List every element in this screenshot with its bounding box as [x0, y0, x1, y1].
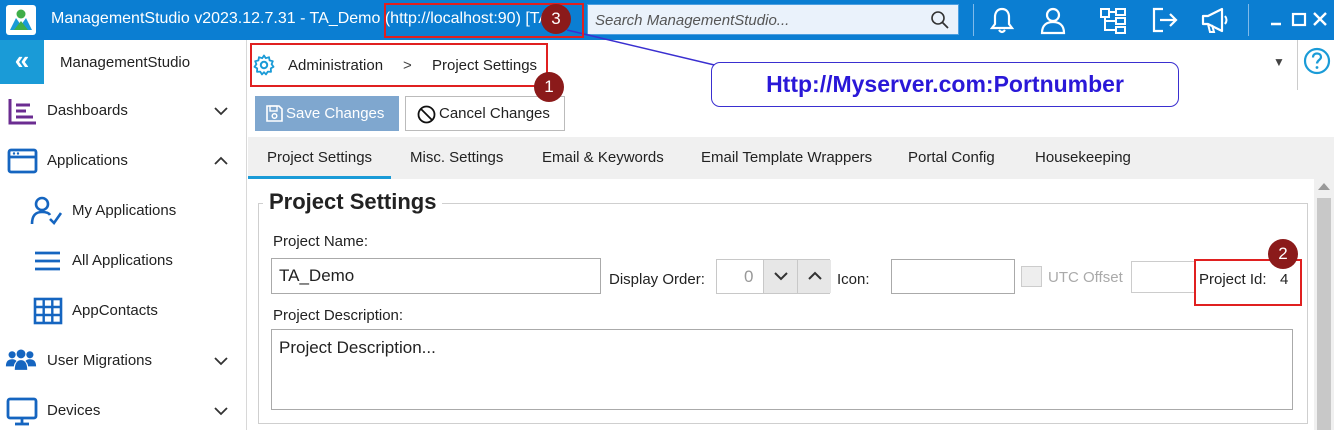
- user-icon[interactable]: [1038, 5, 1068, 35]
- dropdown-arrow-icon[interactable]: ▼: [1273, 55, 1285, 69]
- annotation-badge-1: 1: [534, 72, 564, 102]
- user-check-icon: [30, 196, 62, 226]
- sidebar-item-dashboards[interactable]: Dashboards: [0, 86, 247, 136]
- sidebar-item-label: AppContacts: [72, 302, 158, 319]
- project-description-field[interactable]: Project Description...: [271, 329, 1293, 410]
- sidebar-item-all-applications[interactable]: All Applications: [0, 236, 247, 286]
- header-divider: [1297, 40, 1298, 90]
- annotation-callout: Http://Myserver.com:Portnumber: [711, 62, 1179, 107]
- display-order-value[interactable]: 0: [744, 267, 753, 287]
- hierarchy-icon[interactable]: [1098, 5, 1128, 35]
- dashboard-icon: [8, 99, 36, 125]
- tab-email-template-wrappers[interactable]: Email Template Wrappers: [701, 137, 872, 179]
- save-icon: [266, 105, 283, 122]
- sidebar-item-label: Devices: [47, 402, 101, 419]
- project-name-field[interactable]: [271, 258, 601, 294]
- annotation-badge-3: 3: [541, 4, 571, 34]
- cancel-changes-button[interactable]: Cancel Changes: [405, 96, 565, 131]
- chevron-up-icon[interactable]: [212, 152, 230, 170]
- display-order-stepper[interactable]: 0: [716, 259, 831, 294]
- sidebar-item-user-migrations[interactable]: User Migrations: [0, 336, 247, 386]
- increment-button[interactable]: [797, 260, 831, 293]
- applications-icon: [7, 148, 38, 174]
- list-icon: [35, 251, 60, 271]
- annotation-badge-2: 2: [1268, 239, 1298, 269]
- tab-misc-settings[interactable]: Misc. Settings: [410, 137, 503, 179]
- chevron-down-icon[interactable]: [212, 402, 230, 420]
- search-icon[interactable]: [930, 10, 950, 30]
- utc-offset-field[interactable]: [1131, 261, 1195, 293]
- collapse-sidebar-button[interactable]: «: [0, 40, 44, 84]
- sidebar-item-my-applications[interactable]: My Applications: [0, 186, 247, 236]
- project-description-label: Project Description:: [273, 307, 404, 324]
- utc-offset-label: UTC Offset: [1048, 269, 1123, 286]
- save-changes-label: Save Changes: [286, 105, 385, 122]
- sidebar-item-label: User Migrations: [47, 352, 153, 369]
- tab-project-settings[interactable]: Project Settings: [248, 137, 392, 179]
- chevron-down-icon[interactable]: [212, 352, 230, 370]
- annotation-box-breadcrumb: [250, 43, 548, 87]
- search-box[interactable]: [587, 4, 959, 35]
- save-changes-button[interactable]: Save Changes: [255, 96, 399, 131]
- sidebar-item-devices[interactable]: Devices: [0, 386, 247, 436]
- search-input[interactable]: [595, 10, 925, 30]
- scrollbar-thumb[interactable]: [1317, 198, 1331, 430]
- cancel-icon: [417, 105, 436, 124]
- sidebar-item-label: Applications: [47, 152, 128, 169]
- display-order-label: Display Order:: [609, 271, 705, 288]
- sidebar-item-appcontacts[interactable]: AppContacts: [0, 286, 247, 336]
- close-icon[interactable]: [1306, 5, 1334, 35]
- sidebar: « ManagementStudio Dashboards Applicatio…: [0, 40, 247, 430]
- sidebar-item-label: Dashboards: [47, 102, 128, 119]
- cancel-changes-label: Cancel Changes: [439, 105, 550, 122]
- users-icon: [5, 349, 37, 370]
- bell-icon[interactable]: [987, 5, 1017, 35]
- utc-offset-checkbox[interactable]: [1021, 266, 1042, 287]
- chevron-up-icon: [808, 271, 822, 280]
- scroll-up-icon[interactable]: [1318, 183, 1330, 190]
- tab-housekeeping[interactable]: Housekeeping: [1035, 137, 1131, 179]
- chevron-down-icon[interactable]: [212, 102, 230, 120]
- chevron-down-icon: [774, 272, 788, 281]
- tab-email-keywords[interactable]: Email & Keywords: [542, 137, 664, 179]
- titlebar-divider: [973, 4, 974, 36]
- project-name-label: Project Name:: [273, 233, 369, 250]
- icon-label: Icon:: [837, 271, 870, 288]
- help-icon[interactable]: [1303, 47, 1331, 75]
- megaphone-icon[interactable]: [1200, 5, 1230, 35]
- sidebar-item-label: My Applications: [72, 202, 177, 219]
- titlebar-divider: [1248, 4, 1249, 36]
- decrement-button[interactable]: [763, 260, 797, 293]
- tab-portal-config[interactable]: Portal Config: [908, 137, 995, 179]
- grid-icon: [33, 297, 63, 325]
- app-logo-icon: [6, 5, 36, 35]
- sidebar-item-applications[interactable]: Applications: [0, 136, 247, 186]
- sign-out-icon[interactable]: [1150, 5, 1180, 35]
- title-bar: ManagementStudio v2023.12.7.31 - TA_Demo…: [0, 0, 1334, 40]
- sidebar-item-label: All Applications: [72, 252, 173, 269]
- monitor-icon: [6, 397, 38, 426]
- tab-bar: Project Settings Misc. Settings Email & …: [248, 137, 1334, 179]
- icon-field[interactable]: [891, 259, 1015, 294]
- sidebar-app-name: ManagementStudio: [60, 54, 191, 71]
- group-title: Project Settings: [263, 189, 443, 215]
